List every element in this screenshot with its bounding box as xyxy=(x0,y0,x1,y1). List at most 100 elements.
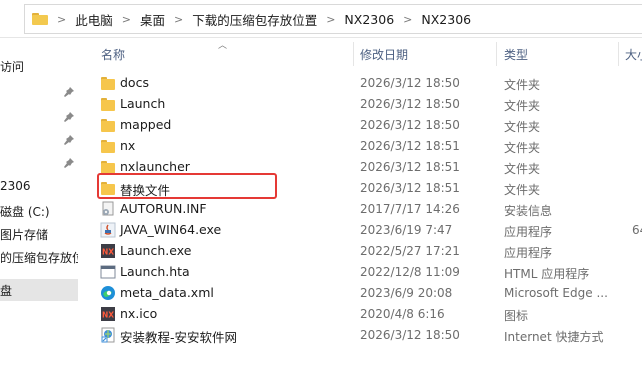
file-type: 文件夹 xyxy=(504,162,541,176)
edge-icon xyxy=(100,285,116,301)
internet-shortcut-icon xyxy=(100,327,116,343)
file-type: 文件夹 xyxy=(504,183,541,197)
file-size: 64 xyxy=(632,223,642,237)
file-type: 应用程序 xyxy=(504,225,553,239)
nav-item-downloads-folder[interactable]: 的压缩包存放位 xyxy=(0,246,78,268)
chevron-right-icon[interactable]: > xyxy=(403,13,412,26)
list-item[interactable]: Launch.hta 2022/12/8 11:09 HTML 应用程序 xyxy=(87,261,642,282)
chevron-right-icon[interactable]: > xyxy=(122,13,131,26)
file-date: 2017/7/17 14:26 xyxy=(360,202,460,216)
pin-icon[interactable] xyxy=(64,112,74,122)
file-name: Launch.hta xyxy=(120,264,190,279)
list-item[interactable]: NX Launch.exe 2022/5/27 17:21 应用程序 xyxy=(87,240,642,261)
list-item[interactable]: Launch 2026/3/12 18:50 文件夹 xyxy=(87,93,642,114)
file-name: mapped xyxy=(120,117,172,132)
nav-item-label: 2306 xyxy=(0,179,31,193)
chevron-right-icon[interactable]: > xyxy=(326,13,335,26)
list-item[interactable]: meta_data.xml 2023/6/9 20:08 Microsoft E… xyxy=(87,282,642,303)
file-name: Launch.exe xyxy=(120,243,192,258)
column-header-size[interactable]: 大小 xyxy=(625,46,642,63)
file-type: 安装信息 xyxy=(504,204,553,218)
nav-item-quick-access[interactable]: 访问 xyxy=(0,55,78,77)
folder-icon xyxy=(100,96,116,112)
file-date: 2023/6/19 7:47 xyxy=(360,223,453,237)
file-date: 2026/3/12 18:51 xyxy=(360,160,460,174)
file-type: HTML 应用程序 xyxy=(504,267,590,281)
nx-ico-icon: NX xyxy=(100,306,116,322)
hta-icon xyxy=(100,264,116,280)
folder-icon xyxy=(32,13,48,25)
breadcrumb-nx2306-current[interactable]: NX2306 xyxy=(421,12,471,27)
column-divider[interactable] xyxy=(496,42,497,66)
nav-item-label: 图片存储 xyxy=(0,227,49,242)
file-name: Launch xyxy=(120,96,166,111)
file-name: AUTORUN.INF xyxy=(120,201,207,216)
breadcrumb-downloads-folder[interactable]: 下载的压缩包存放位置 xyxy=(192,10,317,29)
file-name: meta_data.xml xyxy=(120,285,214,300)
chevron-right-icon[interactable]: > xyxy=(57,13,66,26)
highlight-annotation-box xyxy=(97,173,277,199)
breadcrumb-desktop[interactable]: 桌面 xyxy=(140,10,165,29)
navigation-pane[interactable]: 访问 2306 磁盘 (C:) 图片存储 的压缩包存放位 盘 xyxy=(0,38,78,369)
file-date: 2020/4/8 6:16 xyxy=(360,307,445,321)
file-date: 2026/3/12 18:51 xyxy=(360,139,460,153)
svg-text:NX: NX xyxy=(102,311,114,320)
file-name: docs xyxy=(120,75,149,90)
nav-item-label: 磁盘 (C:) xyxy=(0,204,50,219)
pin-icon[interactable] xyxy=(64,135,74,145)
sort-ascending-icon: ︿ xyxy=(218,41,228,51)
file-name: nx.ico xyxy=(120,306,158,321)
nav-item-label: 访问 xyxy=(0,59,25,74)
address-box[interactable]: > 此电脑 > 桌面 > 下载的压缩包存放位置 > NX2306 > NX230… xyxy=(24,4,642,34)
file-type: Microsoft Edge ... xyxy=(504,286,608,300)
file-date: 2026/3/12 18:51 xyxy=(360,181,460,195)
nav-item-label: 的压缩包存放位 xyxy=(0,250,78,265)
nav-item-pictures[interactable]: 图片存储 xyxy=(0,223,78,245)
column-divider[interactable] xyxy=(618,42,619,66)
list-item[interactable]: nx 2026/3/12 18:51 文件夹 xyxy=(87,135,642,156)
pin-icon[interactable] xyxy=(64,158,74,168)
file-date: 2026/3/12 18:50 xyxy=(360,76,460,90)
list-item[interactable]: docs 2026/3/12 18:50 文件夹 xyxy=(87,72,642,93)
file-date: 2026/3/12 18:50 xyxy=(360,118,460,132)
list-item[interactable]: mapped 2026/3/12 18:50 文件夹 xyxy=(87,114,642,135)
file-name: nxlauncher xyxy=(120,159,190,174)
file-date: 2023/6/9 20:08 xyxy=(360,286,453,300)
folder-icon xyxy=(100,117,116,133)
nav-item-label: 盘 xyxy=(0,283,13,298)
column-header-type[interactable]: 类型 xyxy=(504,46,528,63)
file-type: 应用程序 xyxy=(504,246,553,260)
svg-text:NX: NX xyxy=(102,248,114,257)
list-item[interactable]: NX nx.ico 2020/4/8 6:16 图标 xyxy=(87,303,642,324)
column-header-date[interactable]: 修改日期 xyxy=(360,46,408,63)
file-list[interactable]: ︿ 名称 修改日期 类型 大小 docs 2026/3/12 18:50 文件夹… xyxy=(87,38,642,369)
setup-info-icon xyxy=(100,201,116,217)
address-bar[interactable]: > 此电脑 > 桌面 > 下载的压缩包存放位置 > NX2306 > NX230… xyxy=(0,0,642,38)
file-type: Internet 快捷方式 xyxy=(504,330,604,344)
pin-icon[interactable] xyxy=(64,87,74,97)
file-type: 文件夹 xyxy=(504,120,541,134)
file-type: 文件夹 xyxy=(504,141,541,155)
file-type: 文件夹 xyxy=(504,99,541,113)
list-item[interactable]: 安装教程-安安软件网 2026/3/12 18:50 Internet 快捷方式 xyxy=(87,324,642,345)
nx-app-icon: NX xyxy=(100,243,116,259)
column-divider[interactable] xyxy=(353,42,354,66)
column-header-name[interactable]: 名称 xyxy=(101,46,125,63)
file-date: 2022/5/27 17:21 xyxy=(360,244,460,258)
chevron-right-icon[interactable]: > xyxy=(174,13,183,26)
breadcrumb-nx2306-parent[interactable]: NX2306 xyxy=(344,12,394,27)
breadcrumb-this-pc[interactable]: 此电脑 xyxy=(75,10,113,29)
nav-item-selected[interactable]: 盘 xyxy=(0,279,78,301)
nav-item-local-disk-c[interactable]: 磁盘 (C:) xyxy=(0,200,78,222)
column-header-row: ︿ 名称 修改日期 类型 大小 xyxy=(87,38,642,68)
nav-item-nx2306[interactable]: 2306 xyxy=(0,175,78,197)
list-item[interactable]: AUTORUN.INF 2017/7/17 14:26 安装信息 xyxy=(87,198,642,219)
folder-icon xyxy=(100,138,116,154)
file-name: nx xyxy=(120,138,136,153)
folder-icon xyxy=(100,75,116,91)
file-date: 2026/3/12 18:50 xyxy=(360,328,460,342)
file-date: 2026/3/12 18:50 xyxy=(360,97,460,111)
file-type: 文件夹 xyxy=(504,78,541,92)
list-item[interactable]: JAVA_WIN64.exe 2023/6/19 7:47 应用程序 64 xyxy=(87,219,642,240)
file-date: 2022/12/8 11:09 xyxy=(360,265,460,279)
